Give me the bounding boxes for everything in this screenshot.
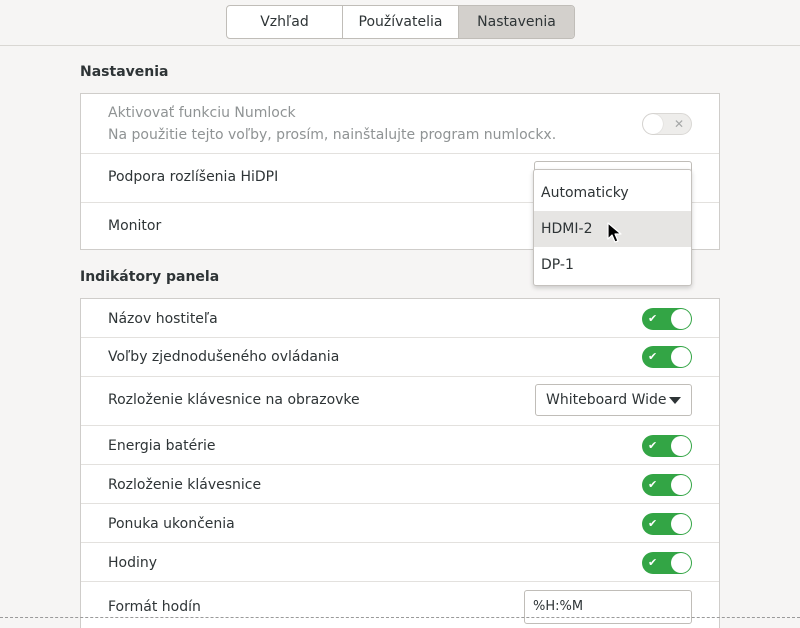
checkmark-icon: ✔ bbox=[648, 439, 658, 452]
clock-label: Hodiny bbox=[108, 555, 158, 571]
power-menu-switch[interactable]: ✔ bbox=[642, 513, 692, 535]
numlock-label: Aktivovať funkciu Numlock bbox=[108, 105, 296, 121]
battery-label: Energia batérie bbox=[108, 438, 216, 454]
clock-row: Hodiny ✔ bbox=[81, 543, 719, 582]
x-icon: ✕ bbox=[673, 117, 684, 131]
a11y-switch[interactable]: ✔ bbox=[642, 346, 692, 368]
hostname-switch[interactable]: ✔ bbox=[642, 308, 692, 330]
keyboard-layout-row: Rozloženie klávesnice ✔ bbox=[81, 465, 719, 504]
hidpi-label: Podpora rozlíšenia HiDPI bbox=[108, 169, 279, 185]
battery-row: Energia batérie ✔ bbox=[81, 426, 719, 465]
checkmark-icon: ✔ bbox=[648, 517, 658, 530]
clock-format-input[interactable] bbox=[533, 599, 683, 614]
switch-knob bbox=[643, 114, 663, 134]
tab-settings[interactable]: Nastavenia bbox=[459, 6, 574, 38]
keyboard-layout-label: Rozloženie klávesnice bbox=[108, 477, 262, 493]
indicators-panel: Názov hostiteľa ✔ Voľby zjednodušeného o… bbox=[80, 298, 720, 628]
mouse-pointer-icon bbox=[607, 222, 622, 243]
switch-knob bbox=[671, 309, 691, 329]
bottom-divider bbox=[0, 617, 800, 618]
clock-format-row: Formát hodín bbox=[81, 582, 719, 628]
a11y-row: Voľby zjednodušeného ovládania ✔ bbox=[81, 338, 719, 377]
numlock-description: Na použitie tejto voľby, prosím, nainšta… bbox=[108, 127, 557, 143]
clock-switch[interactable]: ✔ bbox=[642, 552, 692, 574]
checkmark-icon: ✔ bbox=[648, 556, 658, 569]
monitor-label: Monitor bbox=[108, 218, 162, 234]
power-menu-label: Ponuka ukončenia bbox=[108, 516, 235, 532]
onscreen-keyboard-combo[interactable]: Whiteboard Wide bbox=[535, 384, 692, 416]
dropdown-option-dp-1[interactable]: DP-1 bbox=[534, 247, 691, 283]
onscreen-keyboard-row: Rozloženie klávesnice na obrazovke White… bbox=[81, 377, 719, 426]
tab-appearance[interactable]: Vzhľad bbox=[227, 6, 343, 38]
view-switcher: Vzhľad Používatelia Nastavenia bbox=[226, 5, 575, 39]
checkmark-icon: ✔ bbox=[648, 312, 658, 325]
numlock-row: Aktivovať funkciu Numlock Na použitie te… bbox=[81, 94, 719, 154]
indicators-section-title: Indikátory panela bbox=[80, 269, 220, 285]
caret-down-icon bbox=[669, 397, 681, 404]
tab-users[interactable]: Používatelia bbox=[343, 6, 459, 38]
onscreen-keyboard-label: Rozloženie klávesnice na obrazovke bbox=[108, 392, 360, 408]
checkmark-icon: ✔ bbox=[648, 478, 658, 491]
dropdown-option-automaticky[interactable]: Automaticky bbox=[534, 175, 691, 211]
keyboard-layout-switch[interactable]: ✔ bbox=[642, 474, 692, 496]
numlock-switch[interactable]: ✕ bbox=[642, 113, 692, 135]
hostname-row: Názov hostiteľa ✔ bbox=[81, 299, 719, 338]
power-menu-row: Ponuka ukončenia ✔ bbox=[81, 504, 719, 543]
battery-switch[interactable]: ✔ bbox=[642, 435, 692, 457]
a11y-label: Voľby zjednodušeného ovládania bbox=[108, 349, 340, 365]
switch-knob bbox=[671, 553, 691, 573]
switch-knob bbox=[671, 347, 691, 367]
switch-knob bbox=[671, 475, 691, 495]
checkmark-icon: ✔ bbox=[648, 350, 658, 363]
switch-knob bbox=[671, 436, 691, 456]
settings-section-title: Nastavenia bbox=[80, 64, 169, 80]
clock-format-label: Formát hodín bbox=[108, 599, 201, 615]
clock-format-entry bbox=[524, 590, 692, 624]
switch-knob bbox=[671, 514, 691, 534]
hostname-label: Názov hostiteľa bbox=[108, 311, 218, 327]
onscreen-keyboard-value: Whiteboard Wide bbox=[546, 392, 667, 408]
top-bar: Vzhľad Používatelia Nastavenia bbox=[0, 0, 800, 46]
